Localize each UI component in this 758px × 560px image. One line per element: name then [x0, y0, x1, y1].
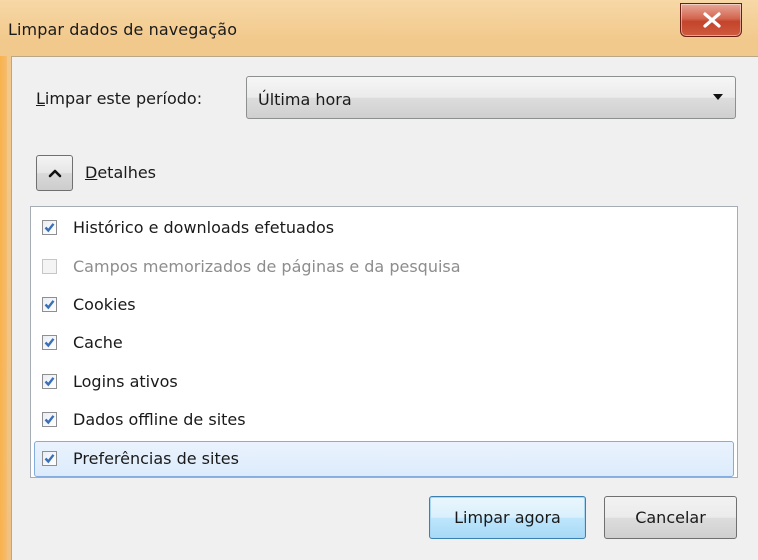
checkmark-icon: [44, 415, 55, 425]
list-item-selected[interactable]: Preferências de sites: [34, 441, 734, 477]
period-dropdown[interactable]: Última hora: [246, 76, 736, 119]
details-toggle-button[interactable]: [36, 155, 73, 191]
clear-now-button[interactable]: Limpar agora: [429, 496, 586, 539]
list-item[interactable]: Logins ativos: [34, 364, 734, 400]
close-x-icon: [703, 12, 721, 28]
list-item: Campos memorizados de páginas e da pesqu…: [34, 249, 734, 285]
checkmark-icon: [44, 377, 55, 387]
list-item-label: Logins ativos: [73, 372, 178, 391]
period-dropdown-value: Última hora: [258, 90, 352, 109]
history-checkbox[interactable]: [42, 220, 57, 235]
period-label-text: impar este período:: [44, 89, 203, 108]
list-item-label: Dados offline de sites: [73, 410, 246, 429]
dropdown-arrow-icon: [713, 94, 723, 100]
checkmark-icon: [44, 300, 55, 310]
cancel-button[interactable]: Cancelar: [604, 496, 737, 539]
period-label: Limpar este período:: [36, 89, 202, 108]
details-label-accesskey: D: [85, 163, 98, 182]
window-frame-edge: [0, 56, 7, 560]
site-preferences-checkbox[interactable]: [42, 451, 57, 466]
checkmark-icon: [44, 454, 55, 464]
list-item[interactable]: Dados offline de sites: [34, 402, 734, 438]
checkmark-icon: [44, 338, 55, 348]
list-item-label: Cookies: [73, 295, 136, 314]
list-item-label: Cache: [73, 333, 123, 352]
list-item[interactable]: Histórico e downloads efetuados: [34, 210, 734, 246]
period-label-accesskey: L: [36, 89, 45, 108]
window-title: Limpar dados de navegação: [8, 20, 238, 39]
chevron-up-icon: [48, 169, 62, 178]
list-item[interactable]: Cookies: [34, 287, 734, 323]
logins-checkbox[interactable]: [42, 374, 57, 389]
list-item[interactable]: Cache: [34, 325, 734, 361]
form-history-checkbox: [42, 259, 57, 274]
list-item-label: Preferências de sites: [73, 449, 239, 468]
details-label-text: etalhes: [97, 163, 157, 182]
checkmark-icon: [44, 223, 55, 233]
list-item-label: Campos memorizados de páginas e da pesqu…: [73, 257, 461, 276]
details-label[interactable]: Detalhes: [85, 163, 156, 182]
list-item-label: Histórico e downloads efetuados: [73, 218, 335, 237]
clear-items-list[interactable]: Histórico e downloads efetuados Campos m…: [30, 206, 738, 478]
close-button[interactable]: [680, 3, 742, 37]
cache-checkbox[interactable]: [42, 335, 57, 350]
offline-data-checkbox[interactable]: [42, 412, 57, 427]
cookies-checkbox[interactable]: [42, 297, 57, 312]
